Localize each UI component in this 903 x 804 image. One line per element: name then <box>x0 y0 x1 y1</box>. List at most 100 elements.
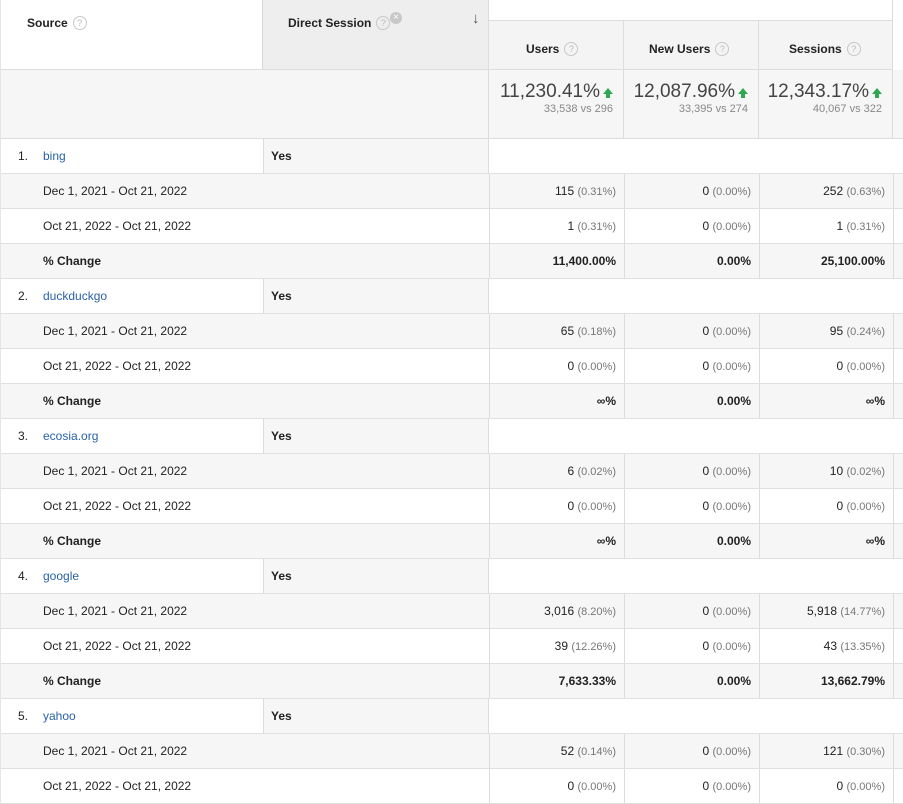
help-icon[interactable]: ? <box>72 15 87 30</box>
metric-value: 0 <box>702 744 710 758</box>
metric-percent: (8.20%) <box>577 606 616 618</box>
source-link[interactable]: google <box>43 559 79 593</box>
metric-value: 52 <box>560 744 575 758</box>
metric-percent: (0.31%) <box>846 221 885 233</box>
metric-value: 0 <box>702 604 710 618</box>
source-link[interactable]: yahoo <box>43 699 76 733</box>
source-link[interactable]: ecosia.org <box>43 419 98 453</box>
users-value-cell: 0 (0.00%) <box>489 489 624 523</box>
change-value: ∞% <box>865 534 885 548</box>
metric-percent: (0.31%) <box>577 186 616 198</box>
help-icon[interactable]: ? <box>376 15 391 30</box>
metric-percent: (0.00%) <box>712 641 751 653</box>
metric-percent: (0.00%) <box>846 781 885 793</box>
metric-value: 65 <box>560 324 575 338</box>
metric-percent: (0.63%) <box>846 186 885 198</box>
direct-session-text: Yes <box>271 709 292 723</box>
date-range-row: Oct 21, 2022 - Oct 21, 2022 0 (0.00%) 0 (0… <box>0 769 903 804</box>
metric-value: 0 <box>836 499 844 513</box>
users-value-cell: 115 (0.31%) <box>489 174 624 208</box>
change-value: 13,662.79% <box>820 674 885 688</box>
new-users-change-cell: 0.00% <box>624 384 759 418</box>
metric-value: 0 <box>702 639 710 653</box>
metric-percent: (0.00%) <box>712 746 751 758</box>
source-header-label: Source <box>27 16 68 30</box>
metric-value: 0 <box>702 324 710 338</box>
date-range-label: Dec 1, 2021 - Oct 21, 2022 <box>43 464 188 478</box>
users-value-cell: 0 (0.00%) <box>489 769 624 803</box>
new-users-change-cell: 0.00% <box>624 664 759 698</box>
direct-session-column-header[interactable]: Direct Session? × ↓ <box>262 0 488 70</box>
new-users-value-cell: 0 (0.00%) <box>624 629 759 663</box>
metric-value: 43 <box>823 639 838 653</box>
sessions-value-cell: 10 (0.02%) <box>759 454 894 488</box>
metric-value: 5,918 <box>806 604 838 618</box>
sessions-value-cell: 0 (0.00%) <box>759 489 894 523</box>
metric-value: 0 <box>836 779 844 793</box>
change-value: ∞% <box>865 394 885 408</box>
source-link[interactable]: duckduckgo <box>43 279 107 313</box>
sort-descending-icon[interactable]: ↓ <box>472 10 480 27</box>
sessions-summary-compare: 40,067 vs 322 <box>812 103 882 115</box>
new-users-value-cell: 0 (0.00%) <box>624 174 759 208</box>
new-users-change-cell: 0.00% <box>624 524 759 558</box>
sessions-column-header[interactable]: Sessions? <box>758 21 893 70</box>
metric-percent: (14.77%) <box>840 606 885 618</box>
sessions-change-cell: 25,100.00% <box>759 244 894 278</box>
new-users-summary-cell: 12,087.96% 33,395 vs 274 <box>623 70 758 139</box>
sessions-value-cell: 252 (0.63%) <box>759 174 894 208</box>
direct-session-text: Yes <box>271 569 292 583</box>
metric-value: 39 <box>554 639 569 653</box>
users-column-header[interactable]: Users? <box>488 21 623 70</box>
metric-value: 115 <box>554 184 575 198</box>
direct-session-value: Yes <box>263 139 489 173</box>
direct-session-value: Yes <box>263 419 489 453</box>
new-users-column-header[interactable]: New Users? <box>623 21 758 70</box>
help-icon[interactable]: ? <box>715 41 730 56</box>
direct-session-value: Yes <box>263 559 489 593</box>
date-range-row: Dec 1, 2021 - Oct 21, 2022 52 (0.14%) 0 (0… <box>0 734 903 769</box>
table-header: Source? Direct Session? × ↓ Users? New U… <box>0 0 903 139</box>
metric-value: 0 <box>702 219 710 233</box>
users-change-cell: ∞% <box>489 384 624 418</box>
metric-percent: (0.00%) <box>712 221 751 233</box>
date-range-row: Dec 1, 2021 - Oct 21, 2022 3,016 (8.20%) 0… <box>0 594 903 629</box>
users-value-cell: 1 (0.31%) <box>489 209 624 243</box>
users-summary-cell: 11,230.41% 33,538 vs 296 <box>488 70 623 139</box>
source-column-header[interactable]: Source? <box>0 0 262 70</box>
users-change-cell: 11,400.00% <box>489 244 624 278</box>
users-value-cell: 65 (0.18%) <box>489 314 624 348</box>
sessions-change-cell: ∞% <box>759 384 894 418</box>
metric-percent: (0.00%) <box>712 781 751 793</box>
percent-change-row: % Change ∞% 0.00% ∞% <box>0 384 903 419</box>
up-arrow-icon <box>603 88 613 98</box>
sessions-summary-cell: 12,343.17% 40,067 vs 322 <box>758 70 893 139</box>
new-users-value-cell: 0 (0.00%) <box>624 769 759 803</box>
remove-dimension-icon[interactable]: × <box>390 12 402 24</box>
help-icon[interactable]: ? <box>846 41 861 56</box>
percent-change-label: % Change <box>43 254 102 268</box>
metric-group-header <box>488 0 893 21</box>
metric-value: 121 <box>823 744 844 758</box>
sessions-value-cell: 0 (0.00%) <box>759 769 894 803</box>
sessions-value-cell: 43 (13.35%) <box>759 629 894 663</box>
source-link[interactable]: bing <box>43 139 66 173</box>
users-value-cell: 52 (0.14%) <box>489 734 624 768</box>
date-range-label: Dec 1, 2021 - Oct 21, 2022 <box>43 184 188 198</box>
date-range-label: Oct 21, 2022 - Oct 21, 2022 <box>43 779 192 793</box>
metric-percent: (0.30%) <box>846 746 885 758</box>
help-icon[interactable]: ? <box>564 41 579 56</box>
metric-value: 95 <box>829 324 844 338</box>
date-range-label: Dec 1, 2021 - Oct 21, 2022 <box>43 324 188 338</box>
direct-session-value: Yes <box>263 699 489 733</box>
metric-value: 0 <box>702 499 710 513</box>
metric-percent: (0.00%) <box>577 501 616 513</box>
change-value: ∞% <box>596 394 616 408</box>
direct-session-header-label: Direct Session <box>288 16 372 30</box>
metric-value: 3,016 <box>544 604 575 618</box>
sessions-value-cell: 0 (0.00%) <box>759 349 894 383</box>
sessions-summary-change: 12,343.17% <box>767 81 869 102</box>
date-range-row: Dec 1, 2021 - Oct 21, 2022 115 (0.31%) 0 (… <box>0 174 903 209</box>
sessions-value-cell: 1 (0.31%) <box>759 209 894 243</box>
metric-percent: (0.00%) <box>712 186 751 198</box>
